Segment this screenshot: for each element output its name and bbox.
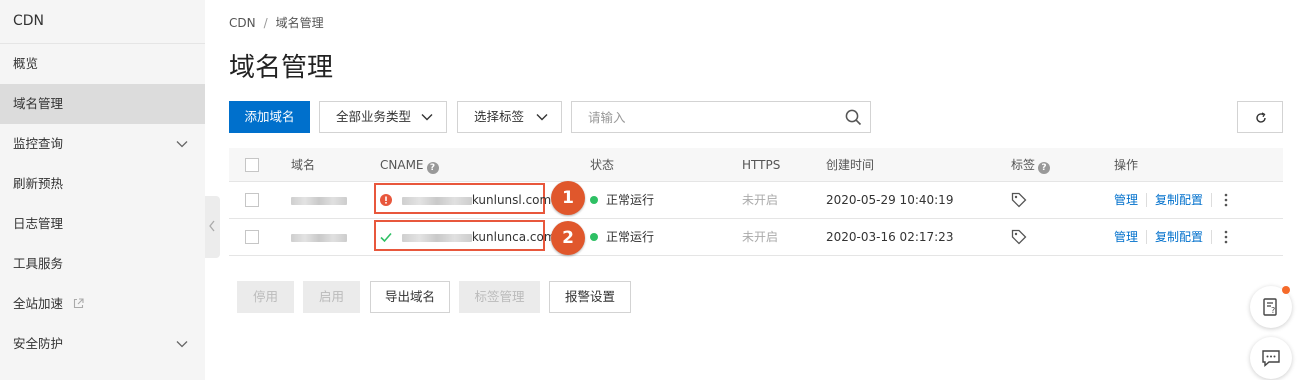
status-dot — [590, 196, 598, 204]
business-type-label: 全部业务类型 — [336, 109, 412, 124]
feedback-float-button[interactable]: ? — [1250, 286, 1292, 328]
status-text: 正常运行 — [606, 193, 655, 207]
page-title: 域名管理 — [229, 53, 334, 83]
table-row: kunlunca.com 2 正常运行 未开启 2020-03-16 02:17… — [229, 219, 1283, 256]
header-status: 状态 — [590, 158, 615, 172]
add-domain-button[interactable]: 添加域名 — [229, 101, 310, 133]
search-input[interactable] — [572, 102, 832, 132]
sidebar-collapse-handle[interactable] — [205, 196, 220, 258]
chevron-down-icon — [536, 114, 548, 121]
domain-table: 域名 CNAME? 状态 HTTPS 创建时间 标签? 操作 kunlunsl.… — [229, 148, 1283, 256]
sidebar-item-dcdn[interactable]: 全站加速 — [0, 284, 205, 324]
alarm-settings-button[interactable]: 报警设置 — [549, 281, 631, 313]
header-tags-label: 标签 — [1011, 158, 1036, 172]
svg-text:?: ? — [1271, 306, 1275, 315]
header-actions: 操作 — [1114, 158, 1139, 172]
external-link-icon — [73, 298, 84, 309]
cname-cell: kunlunca.com — [380, 219, 556, 255]
header-created: 创建时间 — [826, 158, 875, 172]
sidebar-title: CDN — [0, 0, 205, 44]
created-cell: 2020-05-29 10:40:19 — [826, 193, 954, 207]
sidebar-item-monitoring[interactable]: 监控查询 — [0, 124, 205, 164]
row-checkbox[interactable] — [245, 193, 259, 207]
sidebar: CDN 概览 域名管理 监控查询 刷新预热 日志管理 工具服务 全站加速 安全防… — [0, 0, 205, 380]
header-https: HTTPS — [742, 158, 781, 172]
status-dot — [590, 233, 598, 241]
cname-value: kunlunsl.com — [471, 193, 552, 207]
tag-select-dropdown[interactable]: 选择标签 — [457, 101, 562, 133]
header-cname: CNAME? — [380, 148, 439, 182]
domain-cell-redacted[interactable] — [291, 182, 347, 218]
sidebar-item-label: 监控查询 — [13, 136, 64, 151]
breadcrumb-current: 域名管理 — [275, 16, 324, 30]
breadcrumb: CDN / 域名管理 — [229, 14, 324, 31]
status-text: 正常运行 — [606, 230, 655, 244]
callout-badge: 2 — [551, 221, 585, 255]
search-icon[interactable] — [845, 109, 862, 126]
tag-select-label: 选择标签 — [474, 109, 525, 124]
enable-button[interactable]: 启用 — [303, 281, 360, 313]
callout-badge: 1 — [551, 181, 585, 215]
help-icon[interactable]: ? — [1038, 162, 1051, 174]
warning-icon — [380, 194, 392, 206]
refresh-icon — [1256, 112, 1266, 123]
sidebar-item-refresh-prefetch[interactable]: 刷新预热 — [0, 164, 205, 204]
sidebar-item-label: 安全防护 — [13, 336, 64, 351]
chat-float-button[interactable] — [1250, 337, 1292, 379]
chevron-down-icon — [176, 341, 188, 348]
main-content: CDN/域名管理 域名管理 添加域名 全部业务类型 选择标签 域名 CNAME?… — [229, 0, 1305, 380]
more-options-icon[interactable] — [1224, 230, 1228, 244]
chevron-left-icon — [209, 220, 215, 232]
chat-icon — [1262, 350, 1280, 368]
export-domains-button[interactable]: 导出域名 — [370, 281, 450, 313]
row-checkbox[interactable] — [245, 230, 259, 244]
copy-config-link[interactable]: 复制配置 — [1155, 193, 1203, 207]
status-cell: 正常运行 — [590, 182, 654, 218]
breadcrumb-root[interactable]: CDN — [229, 16, 256, 30]
domain-cell-redacted[interactable] — [291, 219, 347, 255]
toolbar: 添加域名 全部业务类型 选择标签 — [229, 101, 1283, 133]
sidebar-item-tools[interactable]: 工具服务 — [0, 244, 205, 284]
https-cell: 未开启 — [742, 230, 779, 244]
help-icon[interactable]: ? — [426, 162, 439, 174]
created-cell: 2020-03-16 02:17:23 — [826, 230, 954, 244]
manage-link[interactable]: 管理 — [1114, 230, 1138, 244]
more-options-icon[interactable] — [1224, 193, 1228, 207]
notification-dot — [1282, 286, 1290, 294]
tag-icon[interactable] — [1011, 229, 1027, 249]
manage-link[interactable]: 管理 — [1114, 193, 1138, 207]
table-header: 域名 CNAME? 状态 HTTPS 创建时间 标签? 操作 — [229, 148, 1283, 182]
stop-button[interactable]: 停用 — [237, 281, 294, 313]
select-all-checkbox[interactable] — [245, 158, 259, 172]
business-type-dropdown[interactable]: 全部业务类型 — [319, 101, 447, 133]
sidebar-item-domain-management[interactable]: 域名管理 — [0, 84, 205, 124]
tag-manage-button[interactable]: 标签管理 — [459, 281, 540, 313]
status-cell: 正常运行 — [590, 219, 654, 255]
table-row: kunlunsl.com 1 正常运行 未开启 2020-05-29 10:40… — [229, 181, 1283, 219]
header-cname-label: CNAME — [380, 158, 424, 172]
breadcrumb-separator: / — [263, 16, 268, 30]
header-domain: 域名 — [291, 158, 316, 172]
search-box — [571, 101, 871, 133]
copy-config-link[interactable]: 复制配置 — [1155, 230, 1203, 244]
refresh-button[interactable] — [1237, 101, 1283, 133]
sidebar-item-security[interactable]: 安全防护 — [0, 324, 205, 364]
feedback-icon: ? — [1263, 298, 1277, 316]
sidebar-item-logs[interactable]: 日志管理 — [0, 204, 205, 244]
sidebar-item-overview[interactable]: 概览 — [0, 44, 205, 84]
sidebar-item-label: 全站加速 — [13, 296, 64, 311]
actions-cell: 管理 复制配置 — [1114, 219, 1228, 255]
cname-cell: kunlunsl.com — [380, 182, 551, 218]
cname-value: kunlunca.com — [471, 230, 556, 244]
check-icon — [380, 232, 392, 243]
chevron-down-icon — [176, 141, 188, 148]
chevron-down-icon — [421, 114, 433, 121]
actions-cell: 管理 复制配置 — [1114, 182, 1228, 218]
tag-icon[interactable] — [1011, 192, 1027, 212]
https-cell: 未开启 — [742, 193, 779, 207]
header-tags: 标签? — [1011, 148, 1051, 182]
